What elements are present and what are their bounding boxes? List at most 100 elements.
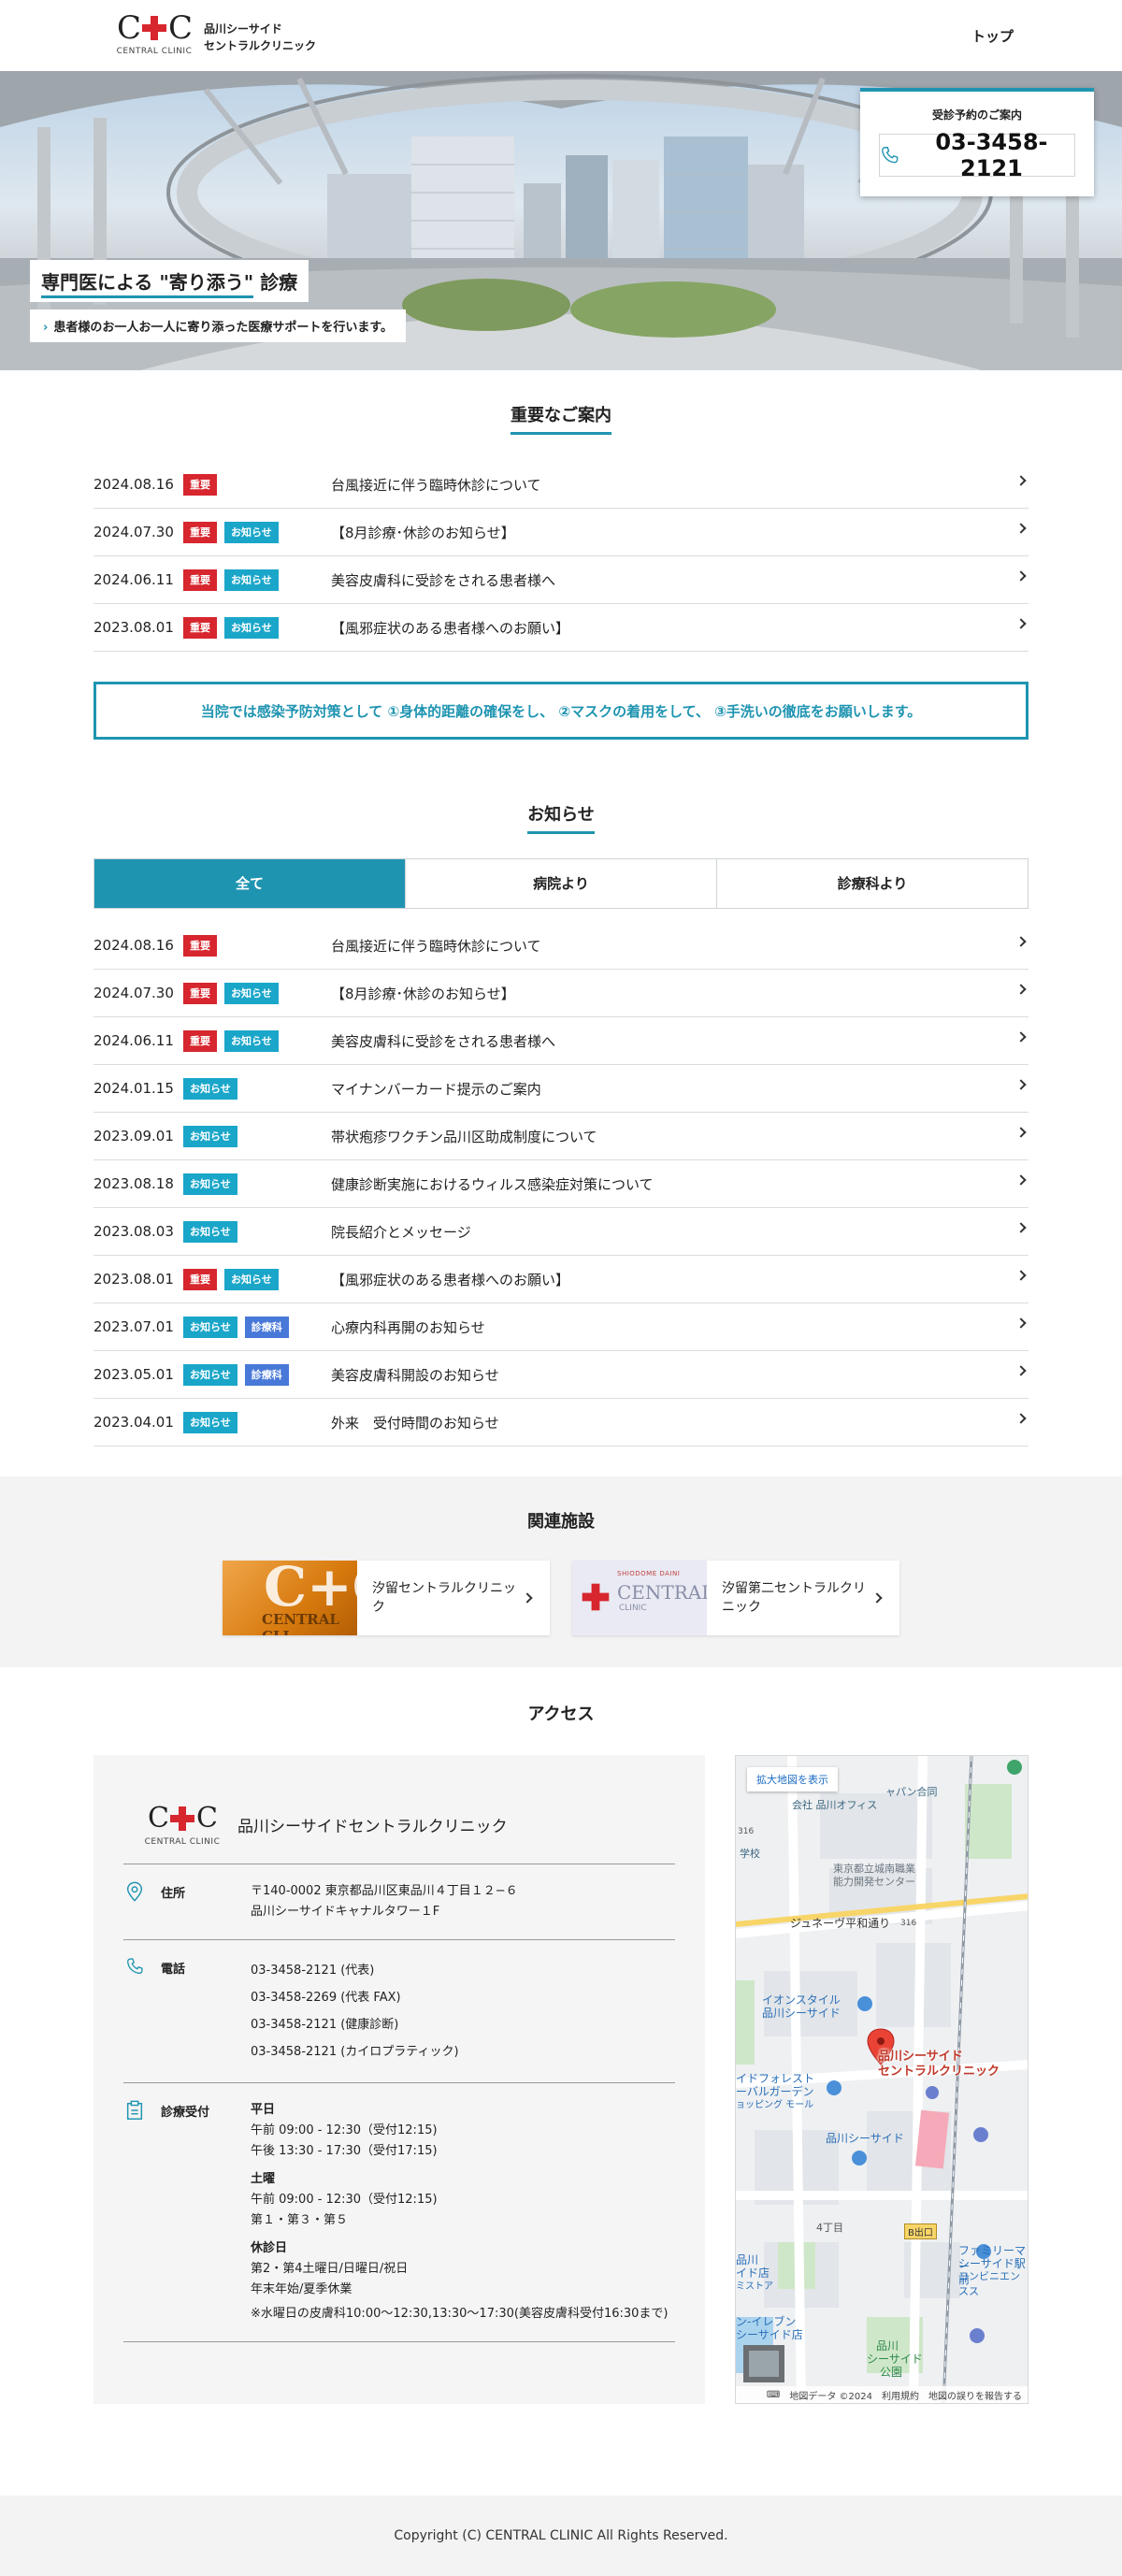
phone-icon: [882, 147, 899, 164]
map-report-link[interactable]: 地図の誤りを報告する: [928, 2388, 1022, 2402]
category-badge: お知らせ: [224, 982, 279, 1004]
news-title: 帯状疱疹ワクチン品川区助成制度について: [331, 1128, 597, 1145]
thumb-text: CENTRAL CLI: [262, 1611, 339, 1635]
map-terms-link[interactable]: 利用規約: [882, 2388, 919, 2402]
phone-line[interactable]: 03-3458-2121 (健康診断): [251, 2011, 675, 2038]
news-badges: 重要 お知らせ: [183, 568, 331, 591]
news-row[interactable]: 2023.08.01 重要 お知らせ 【風邪症状のある患者様へのお願い】: [94, 604, 1028, 652]
category-badge: 診療科: [244, 1363, 289, 1386]
category-badge: 重要: [183, 521, 217, 543]
category-badge: お知らせ: [183, 1316, 237, 1338]
map-expand-link[interactable]: 拡大地図を表示: [747, 1767, 838, 1792]
site-logo[interactable]: C C CENTRAL CLINIC 品川シーサイド セントラルクリニック: [112, 11, 316, 56]
saturday-weeks: 第１・第３・第５: [251, 2213, 349, 2227]
tab-all[interactable]: 全て: [94, 859, 406, 908]
news-badges: お知らせ: [183, 1220, 331, 1243]
news-row[interactable]: 2023.05.01 お知らせ 診療科 美容皮膚科開設のお知らせ: [94, 1351, 1028, 1399]
map-data-credit: 地図データ ©2024: [789, 2391, 872, 2402]
phone-values: 03-3458-2121 (代表) 03-3458-2269 (代表 FAX) …: [251, 1957, 675, 2065]
news-date: 2024.06.11: [94, 571, 174, 588]
category-badge: お知らせ: [183, 1173, 237, 1195]
news-title: 心療内科再開のお知らせ: [331, 1318, 485, 1336]
news-row[interactable]: 2023.09.01 お知らせ 帯状疱疹ワクチン品川区助成制度について: [94, 1113, 1028, 1160]
news-row[interactable]: 2024.08.16 重要 台風接近に伴う臨時休診について: [94, 461, 1028, 509]
logo-name: 品川シーサイド セントラルクリニック: [204, 21, 316, 54]
hero-title-prefix: 専門医による: [41, 271, 153, 294]
news-date: 2023.08.18: [94, 1175, 174, 1192]
news-date: 2024.08.16: [94, 476, 174, 493]
category-badge: 重要: [183, 473, 217, 496]
location-pin-icon: [123, 1881, 161, 1922]
map-label: コンビニエンスス: [958, 2270, 1020, 2297]
map-clinic-line1: 品川シーサイド: [878, 2050, 963, 2064]
nav-top-link[interactable]: トップ: [971, 26, 1014, 46]
access-clinic-header: C C CENTRAL CLINIC 品川シーサイドセントラルクリニック: [123, 1802, 675, 1864]
news-date: 2024.07.30: [94, 985, 174, 1001]
news-row[interactable]: 2023.04.01 お知らせ 外来 受付時間のお知らせ: [94, 1399, 1028, 1446]
map-label: ャパン合同: [885, 1786, 938, 1798]
news-row[interactable]: 2023.08.18 お知らせ 健康診断実施におけるウィルス感染症対策について: [94, 1160, 1028, 1208]
phone-line: 03-3458-2269 (代表 FAX): [251, 1991, 401, 2005]
weekday-heading: 平日: [251, 2103, 276, 2117]
news-date: 2023.05.01: [94, 1366, 174, 1383]
reservation-phone-button[interactable]: 03-3458-2121: [879, 129, 1075, 181]
access-section: C C CENTRAL CLINIC 品川シーサイドセントラルクリニック 住所 …: [94, 1755, 1028, 2404]
news-title: 美容皮膚科に受診をされる患者様へ: [331, 571, 556, 589]
related-card-shiodome[interactable]: C+C CENTRAL CLI 汐留セントラルクリニック: [223, 1561, 550, 1635]
category-badge: お知らせ: [183, 1411, 237, 1433]
category-badge: 重要: [183, 1268, 217, 1290]
google-map[interactable]: 拡大地図を表示 ャパン合同 会社 品川オフィス 学校 東京都立城南職業 能力開発…: [735, 1755, 1028, 2404]
tab-department[interactable]: 診療科より: [717, 859, 1028, 908]
keyboard-icon[interactable]: ⌨: [767, 2390, 780, 2400]
news-badges: 重要: [183, 473, 331, 496]
news-date: 2024.08.16: [94, 937, 174, 954]
logo-name-line1: 品川シーサイド: [204, 22, 282, 36]
category-badge: お知らせ: [183, 1220, 237, 1243]
related-card-name: 汐留セントラルクリニック: [372, 1581, 516, 1615]
news-row[interactable]: 2024.08.16 重要 台風接近に伴う臨時休診について: [94, 922, 1028, 970]
site-header: C C CENTRAL CLINIC 品川シーサイド セントラルクリニック トッ…: [0, 0, 1122, 71]
map-label: 公園: [880, 2366, 903, 2379]
address-row: 住所 〒140-0002 東京都品川区東品川４丁目１２−６ 品川シーサイドキャナ…: [123, 1864, 675, 1940]
thumb-letters: C+C: [264, 1561, 357, 1619]
news-badges: お知らせ 診療科: [183, 1316, 331, 1338]
logo-mark: C C CENTRAL CLINIC: [112, 11, 196, 56]
saturday-heading: 土曜: [251, 2172, 276, 2186]
news-row[interactable]: 2023.08.01 重要 お知らせ 【風邪症状のある患者様へのお願い】: [94, 1256, 1028, 1303]
category-badge: 重要: [183, 1029, 217, 1052]
phone-line[interactable]: 03-3458-2121 (代表): [251, 1957, 675, 1984]
weekday-am: 午前 09:00 - 12:30（受付12:15): [251, 2123, 438, 2137]
related-title: 関連施設: [527, 1512, 595, 1532]
hero-subtitle: › 患者様のお一人お一人に寄り添った医療サポートを行います。: [30, 309, 407, 342]
map-label: ミストア: [736, 2281, 773, 2292]
tab-hospital[interactable]: 病院より: [406, 859, 717, 908]
category-badge: お知らせ: [183, 1125, 237, 1147]
map-label: ジュネーヴ平和通り: [790, 1917, 891, 1930]
closed-line: 第2・第4土曜日/日曜日/祝日: [251, 2262, 409, 2276]
news-row[interactable]: 2024.06.11 重要 お知らせ 美容皮膚科に受診をされる患者様へ: [94, 556, 1028, 604]
category-badge: お知らせ: [183, 1363, 237, 1386]
related-cards: C+C CENTRAL CLI 汐留セントラルクリニック SHIODOME DA…: [0, 1561, 1122, 1635]
thumb-sub-text: CLINIC: [619, 1604, 647, 1613]
news-row[interactable]: 2024.07.30 重要 お知らせ 【8月診療･休診のお知らせ】: [94, 970, 1028, 1017]
news-row[interactable]: 2024.01.15 お知らせ マイナンバーカード提示のご案内: [94, 1065, 1028, 1113]
news-row[interactable]: 2024.07.30 重要 お知らせ 【8月診療･休診のお知らせ】: [94, 509, 1028, 556]
news-title: 健康診断実施におけるウィルス感染症対策について: [331, 1175, 654, 1193]
phone-line[interactable]: 03-3458-2121 (カイロプラティック): [251, 2038, 675, 2065]
news-row[interactable]: 2023.08.03 お知らせ 院長紹介とメッセージ: [94, 1208, 1028, 1256]
important-section-title: 重要なご案内: [0, 402, 1122, 435]
phone-icon: [123, 1957, 161, 2065]
category-badge: 重要: [183, 568, 217, 591]
news-badges: お知らせ: [183, 1077, 331, 1100]
news-row[interactable]: 2023.07.01 お知らせ 診療科 心療内科再開のお知らせ: [94, 1303, 1028, 1351]
category-badge: 重要: [183, 616, 217, 639]
clipboard-icon: [123, 2100, 161, 2324]
map-label: 学校: [740, 1848, 760, 1860]
news-row[interactable]: 2024.06.11 重要 お知らせ 美容皮膚科に受診をされる患者様へ: [94, 1017, 1028, 1065]
news-title: 【8月診療･休診のお知らせ】: [331, 524, 515, 541]
access-logo: C C CENTRAL CLINIC: [140, 1802, 224, 1847]
map-clinic-label[interactable]: 品川シーサイド セントラルクリニック: [878, 2050, 1000, 2080]
related-card-shiodome-daini[interactable]: SHIODOME DAINI CENTRAL CLINIC 汐留第二セントラルク…: [572, 1561, 899, 1635]
red-cross-icon: [582, 1583, 610, 1611]
news-title-text: お知らせ: [527, 801, 595, 834]
